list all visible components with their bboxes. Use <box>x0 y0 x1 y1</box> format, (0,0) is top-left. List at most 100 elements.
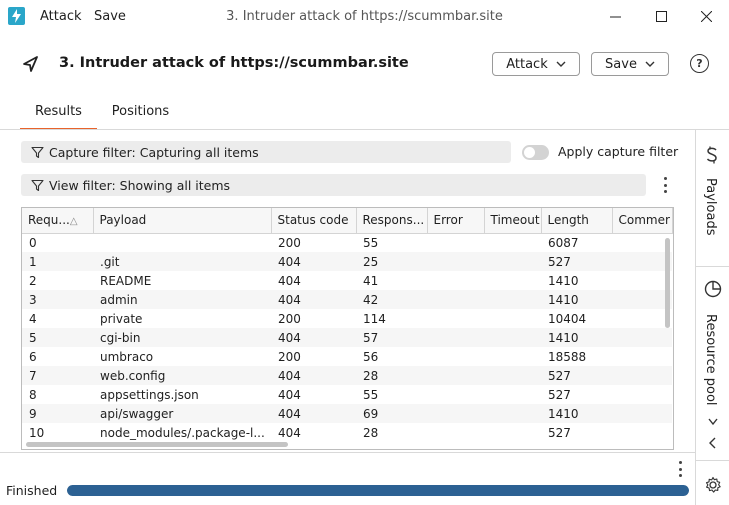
table-cell <box>612 404 672 423</box>
table-cell <box>427 290 484 309</box>
chevron-down-icon <box>645 61 655 67</box>
table-cell: 56 <box>363 349 379 364</box>
table-cell <box>612 252 672 271</box>
table-cell: node_modules/.package-l... <box>100 425 265 440</box>
table-row[interactable]: 10 node_modules/.package-l... 404 28 527 <box>22 423 672 442</box>
send-arrow-icon[interactable] <box>20 53 42 75</box>
tab-results[interactable]: Results <box>20 104 97 130</box>
chevron-down-icon[interactable] <box>708 417 718 427</box>
table-cell <box>484 347 541 366</box>
pie-chart-icon <box>704 280 722 298</box>
table-cell: 114 <box>363 311 386 326</box>
page-title: 3. Intruder attack of https://scummbar.s… <box>59 55 409 71</box>
table-cell <box>484 366 541 385</box>
table-cell: 42 <box>356 290 427 309</box>
results-pane: Capture filter: Capturing all items Appl… <box>0 130 695 452</box>
table-cell <box>612 271 672 290</box>
table-cell: 404 <box>278 425 301 440</box>
table-cell: 404 <box>271 328 356 347</box>
table-cell <box>427 252 484 271</box>
funnel-icon <box>31 179 44 191</box>
table-row[interactable]: 5 cgi-bin 404 57 1410 <box>22 328 672 347</box>
table-cell: 2 <box>29 273 37 288</box>
payloads-panel-tab[interactable]: Payloads <box>703 178 718 235</box>
column-header-response[interactable]: Respons... <box>356 208 428 234</box>
tab-positions[interactable]: Positions <box>104 104 177 130</box>
table-cell: private <box>100 311 143 326</box>
sort-ascending-icon: △ <box>69 216 78 228</box>
table-cell: 10404 <box>548 311 587 326</box>
table-cell: 200 <box>278 349 301 364</box>
attack-progress-bar <box>67 485 689 496</box>
close-icon <box>700 11 712 22</box>
column-header-status-code[interactable]: Status code <box>271 208 357 234</box>
attack-dropdown-button[interactable]: Attack <box>492 52 580 76</box>
attack-button-label: Attack <box>506 56 548 72</box>
attack-status-text: Finished <box>6 483 58 498</box>
column-header-error[interactable]: Error <box>427 208 485 234</box>
view-filter-bar[interactable]: View filter: Showing all items <box>21 174 646 196</box>
capture-filter-bar[interactable]: Capture filter: Capturing all items <box>21 141 511 163</box>
table-row[interactable]: 0 200 55 6087 <box>22 233 672 252</box>
tab-results-label: Results <box>35 104 82 119</box>
table-cell: 10 <box>29 425 45 440</box>
table-cell <box>484 233 541 252</box>
table-horizontal-scrollbar[interactable] <box>26 442 288 447</box>
table-row[interactable]: 1 .git 404 25 527 <box>22 252 672 271</box>
table-cell: 0 <box>29 235 37 250</box>
table-cell: 9 <box>22 404 93 423</box>
column-header-comment[interactable]: Commer <box>612 208 673 234</box>
table-header-row: Requ...△ Payload Status code Respons... … <box>22 208 673 234</box>
column-header-timeout[interactable]: Timeout <box>484 208 542 234</box>
capture-filter-text: Capture filter: Capturing all items <box>49 144 259 160</box>
more-options-icon[interactable] <box>660 177 670 193</box>
table-cell: 41 <box>363 273 379 288</box>
table-cell: 69 <box>356 404 427 423</box>
gear-icon[interactable] <box>704 476 722 494</box>
close-button[interactable] <box>683 0 729 33</box>
save-button-label: Save <box>605 56 637 72</box>
save-dropdown-button[interactable]: Save <box>591 52 669 76</box>
table-row[interactable]: 3 admin 404 42 1410 <box>22 290 672 309</box>
table-cell: 1410 <box>541 290 612 309</box>
funnel-icon <box>31 146 44 158</box>
minimize-button[interactable] <box>592 0 638 33</box>
status-divider <box>0 452 695 453</box>
table-row[interactable]: 7 web.config 404 28 527 <box>22 366 672 385</box>
table-cell <box>612 290 672 309</box>
column-header-request[interactable]: Requ...△ <box>22 208 94 234</box>
table-cell: 200 <box>278 235 301 250</box>
table-row[interactable]: 2 README 404 41 1410 <box>22 271 672 290</box>
table-cell <box>427 423 484 442</box>
table-cell: 527 <box>541 252 612 271</box>
table-cell <box>612 347 672 366</box>
column-header-payload[interactable]: Payload <box>93 208 272 234</box>
table-row[interactable]: 8 appsettings.json 404 55 527 <box>22 385 672 404</box>
help-circle-icon[interactable]: ? <box>690 54 709 73</box>
chevron-left-icon[interactable] <box>708 437 718 449</box>
apply-capture-filter-label: Apply capture filter <box>558 144 679 159</box>
table-row[interactable]: 4 private 200 114 10404 <box>22 309 672 328</box>
table-cell <box>427 385 484 404</box>
table-cell: 55 <box>363 235 379 250</box>
resource-pool-panel-tab[interactable]: Resource pool <box>703 314 718 406</box>
table-row[interactable]: 6 umbraco 200 56 18588 <box>22 347 672 366</box>
table-cell <box>427 233 484 252</box>
column-header-length[interactable]: Length <box>541 208 613 234</box>
table-cell: 404 <box>271 290 356 309</box>
table-cell <box>484 328 541 347</box>
maximize-button[interactable] <box>638 0 684 33</box>
apply-capture-filter-toggle[interactable] <box>522 145 549 160</box>
table-cell: 5 <box>22 328 93 347</box>
table-cell: 28 <box>363 425 379 440</box>
status-more-options-icon[interactable] <box>675 461 685 477</box>
table-cell <box>427 328 484 347</box>
table-row[interactable]: 9 api/swagger 404 69 1410 <box>22 404 672 423</box>
menu-attack[interactable]: Attack <box>40 9 82 24</box>
table-cell: 404 <box>278 273 301 288</box>
table-cell: web.config <box>93 366 271 385</box>
progress-fill <box>67 485 689 496</box>
menu-save[interactable]: Save <box>94 9 126 24</box>
table-cell: 404 <box>271 404 356 423</box>
table-vertical-scrollbar[interactable] <box>665 238 670 328</box>
